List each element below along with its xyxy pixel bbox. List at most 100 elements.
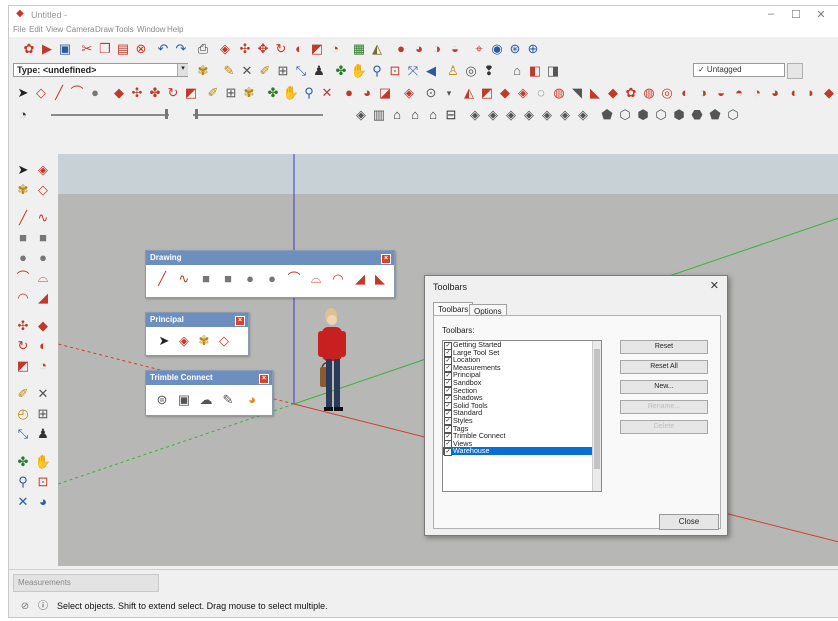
left-text-icon[interactable]: ⊞	[35, 406, 51, 422]
solid-split-icon[interactable]: ◒	[447, 41, 463, 57]
view-4-icon[interactable]: ⬡	[653, 107, 669, 123]
display-section-cuts-icon[interactable]: ◨	[545, 63, 561, 79]
type-dropdown-icon[interactable]: ▾	[177, 64, 188, 76]
menu-window[interactable]: Window	[137, 25, 165, 34]
left-move-icon[interactable]: ✣	[15, 318, 31, 334]
solid-outer-shell-icon[interactable]: ◪	[377, 85, 393, 101]
section-plane-icon[interactable]: ▦	[351, 41, 367, 57]
pal-rectangle-icon[interactable]: ■	[198, 271, 214, 287]
select-icon[interactable]: ➤	[15, 85, 31, 101]
save-icon[interactable]: ▣	[57, 41, 73, 57]
pal-paint-icon[interactable]: ✾	[196, 333, 212, 349]
left-pie-icon[interactable]: ◢	[35, 290, 51, 306]
section-9-icon[interactable]: ◑	[695, 85, 711, 101]
line-icon[interactable]: ╱	[51, 85, 67, 101]
left-line-icon[interactable]: ╱	[15, 210, 31, 226]
section-8-icon[interactable]: ◐	[677, 85, 693, 101]
trimble-open-icon[interactable]: ⊜	[154, 392, 170, 408]
zoom-window-icon[interactable]: ⊡	[387, 63, 403, 79]
left-paint-icon[interactable]: ✾	[15, 182, 31, 198]
left-axes-icon[interactable]: ⤡	[15, 426, 31, 442]
walk-icon[interactable]: ◉	[489, 41, 505, 57]
toolbar-list-item[interactable]: ✓ Warehouse	[443, 447, 601, 456]
position-camera-2-icon[interactable]: ♙	[445, 63, 461, 79]
pal-select-icon[interactable]: ➤	[156, 333, 172, 349]
section-14-icon[interactable]: ◖	[785, 85, 801, 101]
sandbox-icon[interactable]: ◭	[369, 41, 385, 57]
style-7-icon[interactable]: ◈	[575, 107, 591, 123]
x-ray-icon[interactable]: ◈	[353, 107, 369, 123]
drawing-palette-header[interactable]: Drawing ×	[146, 251, 394, 265]
redo-icon[interactable]: ↷	[173, 41, 189, 57]
walk-2-icon[interactable]: ◎	[463, 63, 479, 79]
trimble-cloud-icon[interactable]: ☁	[198, 392, 214, 408]
drawing-palette-close-icon[interactable]: ×	[381, 254, 391, 264]
trimble-palette-header[interactable]: Trimble Connect ×	[146, 371, 272, 385]
hidden-line-icon[interactable]: ◈	[485, 107, 501, 123]
view-5-icon[interactable]: ⬢	[671, 107, 687, 123]
menu-edit[interactable]: Edit	[29, 25, 43, 34]
section-4-icon[interactable]: ◆	[605, 85, 621, 101]
shadow-time-slider[interactable]	[51, 114, 169, 116]
maximize-button[interactable]: ☐	[786, 8, 806, 22]
smoove-icon[interactable]: ◆	[497, 85, 513, 101]
solid-intersect-icon[interactable]: ◕	[359, 85, 375, 101]
stamp-icon[interactable]: ◈	[515, 85, 531, 101]
left-component-icon[interactable]: ◈	[35, 162, 51, 178]
undo-icon[interactable]: ↶	[155, 41, 171, 57]
left-select-icon[interactable]: ➤	[15, 162, 31, 178]
left-circle-icon[interactable]: ●	[15, 250, 31, 266]
solid-union-icon[interactable]: ●	[393, 41, 409, 57]
view-2-icon[interactable]: ⬡	[617, 107, 633, 123]
warehouse-icon[interactable]: ⊕	[525, 41, 541, 57]
left-tape-icon[interactable]: ✐	[15, 386, 31, 402]
left-followme-icon[interactable]: ◐	[35, 338, 51, 354]
3d-text-icon[interactable]: ♟	[311, 63, 327, 79]
left-pushpull-icon[interactable]: ◆	[35, 318, 51, 334]
view-1-icon[interactable]: ⬟	[599, 107, 615, 123]
follow-me-icon[interactable]: ◐	[291, 41, 307, 57]
pan-icon[interactable]: ✥	[255, 41, 271, 57]
style-6-icon[interactable]: ◈	[557, 107, 573, 123]
left-rectangle-icon[interactable]: ■	[15, 230, 31, 246]
account-dropdown-icon[interactable]: ▾	[441, 85, 457, 101]
left-eraser-icon[interactable]: ◇	[35, 182, 51, 198]
view-3-icon[interactable]: ⬢	[635, 107, 651, 123]
iso-view-icon[interactable]: ⌂	[389, 107, 405, 123]
dimension-2-icon[interactable]: ⊞	[223, 85, 239, 101]
tag-field[interactable]: ✓ Untagged	[693, 63, 785, 77]
measurements-box[interactable]: Measurements	[13, 574, 159, 592]
reset-button[interactable]: Reset	[620, 340, 708, 354]
display-section-planes-icon[interactable]: ◧	[527, 63, 543, 79]
arc-icon[interactable]: ⌒	[69, 85, 85, 101]
right-view-icon[interactable]: ⊟	[443, 107, 459, 123]
pal-rotated-rect-icon[interactable]: ■	[220, 271, 236, 287]
minimize-button[interactable]: –	[761, 8, 781, 22]
zoom-2-icon[interactable]: ⚲	[301, 85, 317, 101]
left-3pt-arc-icon[interactable]: ◠	[15, 290, 31, 306]
push-pull-icon[interactable]: ◆	[111, 85, 127, 101]
reset-all-button[interactable]: Reset All	[620, 360, 708, 374]
view-8-icon[interactable]: ⬡	[725, 107, 741, 123]
print-icon[interactable]: ⎙	[195, 41, 211, 57]
zoom-extents-icon[interactable]: ⤧	[405, 63, 421, 79]
list-scrollbar-thumb[interactable]	[594, 349, 600, 469]
left-freehand-icon[interactable]: ∿	[35, 210, 51, 226]
section-5-icon[interactable]: ✿	[623, 85, 639, 101]
drape-icon[interactable]: ◌	[533, 85, 549, 101]
component-options-icon[interactable]: ✾	[195, 63, 211, 79]
orbit-icon[interactable]: ✣	[237, 41, 253, 57]
model-info-icon[interactable]: ◈	[217, 41, 233, 57]
rotate-icon[interactable]: ↻	[273, 41, 289, 57]
left-zoom-extents-icon[interactable]: ✕	[15, 494, 31, 510]
pan-3-icon[interactable]: ✋	[283, 85, 299, 101]
look-around-icon[interactable]: ⊛	[507, 41, 523, 57]
dimension-icon[interactable]: ✎	[221, 63, 237, 79]
wireframe-icon[interactable]: ◈	[467, 107, 483, 123]
pal-pie2-icon[interactable]: ◣	[372, 271, 388, 287]
text-icon[interactable]: ⊞	[275, 63, 291, 79]
section-12-icon[interactable]: ◔	[749, 85, 765, 101]
rotate-2-icon[interactable]: ✤	[147, 85, 163, 101]
paint-bucket-icon[interactable]: ✾	[241, 85, 257, 101]
left-3dtext-icon[interactable]: ♟	[35, 426, 51, 442]
